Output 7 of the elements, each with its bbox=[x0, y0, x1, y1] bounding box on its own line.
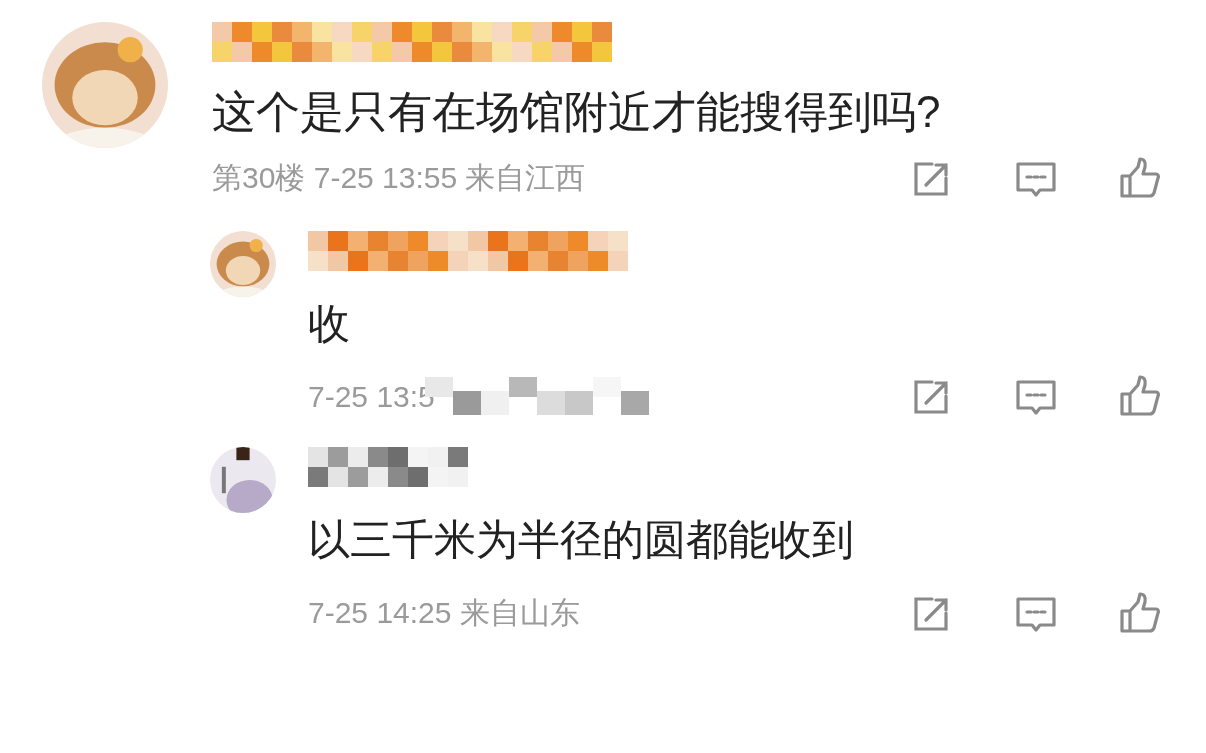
thumbs-up-icon[interactable] bbox=[1118, 591, 1162, 636]
reply-text: 以三千米为半径的圆都能收到 bbox=[308, 515, 855, 566]
reply-text: 收 bbox=[308, 298, 351, 349]
comment-meta: 第30楼 7-25 13:55 来自江西 bbox=[212, 160, 586, 197]
comment-text: 这个是只有在场馆附近才能搜得到吗? bbox=[212, 86, 942, 138]
reply-meta: 7-25 14:25 来自山东 bbox=[308, 595, 580, 632]
thumbs-up-icon[interactable] bbox=[1118, 156, 1162, 201]
